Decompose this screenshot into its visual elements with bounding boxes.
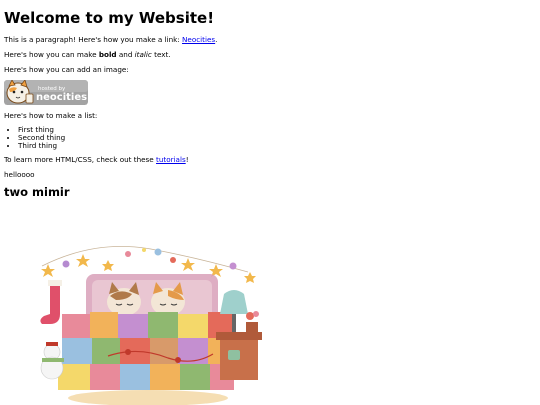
list-intro-paragraph: Here's how to make a list: xyxy=(4,111,98,120)
thing-list: First thing Second thing Third thing xyxy=(4,126,536,150)
image-paragraph: Here's how you can add an image: xyxy=(4,65,129,74)
flower-pot xyxy=(246,311,259,332)
neocities-link[interactable]: Neocities xyxy=(182,35,215,44)
snowman xyxy=(40,342,64,380)
bold-text: bold xyxy=(98,50,117,59)
list-item: Third thing xyxy=(18,142,536,150)
badge-neocities-text: neocities xyxy=(36,92,87,103)
hello-paragraph: helloooo xyxy=(4,170,35,179)
list-item: Second thing xyxy=(18,134,536,142)
tutorials-text: To learn more HTML/CSS, check out these xyxy=(4,155,157,164)
formatting-paragraph: Here's how you can make bold and italic … xyxy=(4,50,536,59)
intro-text: This is a paragraph! Here's how you make… xyxy=(4,35,183,44)
formatting-text-before: Here's how you can make xyxy=(4,50,99,59)
tutorials-exclaim: ! xyxy=(185,155,189,164)
cats-in-bed-illustration xyxy=(40,246,262,405)
page-title: Welcome to my Website! xyxy=(4,9,215,27)
formatting-text-middle: and xyxy=(116,50,135,59)
tutorials-paragraph: To learn more HTML/CSS, check out these … xyxy=(4,155,536,164)
hosted-by-neocities-badge[interactable]: hosted by neocities xyxy=(4,80,88,105)
formatting-text-after: text. xyxy=(151,50,171,59)
intro-paragraph: This is a paragraph! Here's how you make… xyxy=(4,35,536,44)
italic-text: italic xyxy=(134,50,152,59)
tutorials-link[interactable]: tutorials xyxy=(156,155,186,164)
page-content: Welcome to my Website! This is a paragra… xyxy=(4,0,536,199)
list-item: First thing xyxy=(18,126,536,134)
patchwork-quilt xyxy=(58,312,234,390)
section-heading: two mimir xyxy=(4,185,70,199)
intro-period: . xyxy=(215,35,218,44)
